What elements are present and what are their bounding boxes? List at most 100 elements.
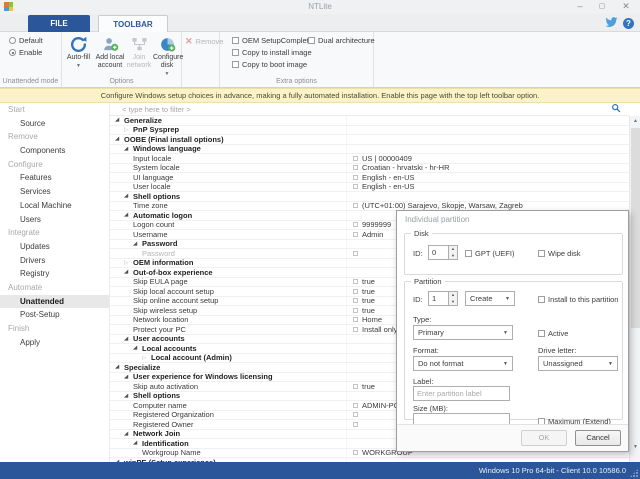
checkbox-icon[interactable] <box>353 232 358 237</box>
ok-button[interactable]: OK <box>521 430 567 446</box>
checkbox-icon[interactable] <box>353 298 358 303</box>
cancel-button[interactable]: Cancel <box>575 430 621 446</box>
radio-default[interactable]: Default <box>9 36 43 45</box>
checkbox-icon[interactable] <box>353 384 358 389</box>
sidebar-item-updates[interactable]: Updates <box>0 240 109 254</box>
checkbox-icon[interactable] <box>353 403 358 408</box>
tree-row-generalize[interactable]: ◢Generalize <box>110 116 629 126</box>
collapse-icon[interactable]: ◢ <box>124 430 133 438</box>
tree-item-value[interactable]: true <box>362 287 375 296</box>
tree-item-value[interactable]: Admin <box>362 230 383 239</box>
tree-item-value[interactable]: (UTC+01:00) Sarajevo, Skopje, Warsaw, Za… <box>362 202 523 211</box>
checkbox-icon[interactable] <box>353 156 358 161</box>
checkbox-icon[interactable] <box>353 308 358 313</box>
checkbox-icon[interactable] <box>353 251 358 256</box>
add-local-account-button[interactable]: Add local account <box>95 34 125 70</box>
checkbox-icon[interactable] <box>353 222 358 227</box>
tree-row-oobe-final-install-options[interactable]: ◢OOBE (Final install options) <box>110 135 629 145</box>
disk-id-stepper[interactable]: 0 ▲▼ <box>428 245 458 260</box>
wipe-disk-checkbox[interactable]: Wipe disk <box>538 249 581 258</box>
collapse-icon[interactable]: ◢ <box>124 145 133 153</box>
scroll-up-icon[interactable]: ▲ <box>630 116 640 127</box>
extra-option-copy-to-boot-image[interactable]: Copy to boot image <box>232 60 307 69</box>
stepper-arrows-icon[interactable]: ▲▼ <box>448 245 458 260</box>
sidebar-item-source[interactable]: Source <box>0 117 109 131</box>
partition-id-stepper[interactable]: 1 ▲▼ <box>428 291 458 306</box>
collapse-icon[interactable]: ◢ <box>133 344 142 352</box>
checkbox-icon[interactable] <box>353 175 358 180</box>
disk-id-value[interactable]: 0 <box>428 245 448 260</box>
help-icon[interactable]: ? <box>623 18 634 29</box>
install-to-partition-checkbox[interactable]: Install to this partition <box>538 295 618 304</box>
join-network-button[interactable]: Join network <box>125 34 153 70</box>
sidebar-item-registry[interactable]: Registry <box>0 267 109 281</box>
checkbox-icon[interactable] <box>465 250 472 257</box>
collapse-icon[interactable]: ◢ <box>115 116 124 124</box>
checkbox-icon[interactable] <box>353 450 358 455</box>
search-icon[interactable] <box>611 103 621 115</box>
tree-item-value[interactable]: ADMIN-PC <box>362 401 399 410</box>
tree-row-ui-language[interactable]: UI languageEnglish - en-US <box>110 173 629 183</box>
tree-item-value[interactable]: US | 00000409 <box>362 154 412 163</box>
sidebar-item-users[interactable]: Users <box>0 213 109 227</box>
tree-item-value[interactable]: English - en-US <box>362 183 415 192</box>
active-checkbox[interactable]: Active <box>538 329 568 338</box>
collapse-icon[interactable]: ◢ <box>124 392 133 400</box>
tree-row-input-locale[interactable]: Input localeUS | 00000409 <box>110 154 629 164</box>
expand-icon[interactable]: ▷ <box>124 259 133 267</box>
collapse-icon[interactable]: ◢ <box>124 211 133 219</box>
checkbox-icon[interactable] <box>353 412 358 417</box>
sidebar-item-unattended[interactable]: Unattended <box>0 295 109 309</box>
checkbox-icon[interactable] <box>353 203 358 208</box>
partition-id-value[interactable]: 1 <box>428 291 448 306</box>
extra-option-oem-setupcomplete[interactable]: OEM SetupComplete <box>232 36 313 45</box>
sidebar-item-drivers[interactable]: Drivers <box>0 254 109 268</box>
radio-enable[interactable]: Enable <box>9 48 42 57</box>
maximize-icon[interactable]: ▢ <box>594 1 610 12</box>
tree-item-value[interactable]: true <box>362 306 375 315</box>
collapse-icon[interactable]: ◢ <box>115 363 124 371</box>
configure-disk-button[interactable]: Configure disk ▼ <box>153 34 181 78</box>
checkbox-icon[interactable] <box>353 422 358 427</box>
checkbox-icon[interactable] <box>308 37 315 44</box>
checkbox-icon[interactable] <box>353 327 358 332</box>
tree-row-pnp-sysprep[interactable]: ▷PnP Sysprep <box>110 126 629 136</box>
radio-enable-icon[interactable] <box>9 49 16 56</box>
sidebar-item-components[interactable]: Components <box>0 144 109 158</box>
twitter-icon[interactable] <box>605 17 618 30</box>
tree-row-user-locale[interactable]: User localeEnglish - en-US <box>110 183 629 193</box>
vertical-scrollbar[interactable]: ▲ ▼ <box>629 116 640 462</box>
tree-item-value[interactable]: Croatian - hrvatski - hr-HR <box>362 164 450 173</box>
tree-item-value[interactable]: 9999999 <box>362 221 391 230</box>
tree-row-system-locale[interactable]: System localeCroatian - hrvatski - hr-HR <box>110 164 629 174</box>
checkbox-icon[interactable] <box>538 330 545 337</box>
checkbox-icon[interactable] <box>353 184 358 189</box>
sidebar-item-post-setup[interactable]: Post-Setup <box>0 308 109 322</box>
collapse-icon[interactable]: ◢ <box>133 240 142 248</box>
gpt-uefi-checkbox[interactable]: GPT (UEFI) <box>465 249 514 258</box>
tree-item-value[interactable]: Home <box>362 316 382 325</box>
resize-grip[interactable] <box>630 469 638 477</box>
sidebar-item-services[interactable]: Services <box>0 185 109 199</box>
filter-input[interactable] <box>110 105 611 114</box>
tab-file[interactable]: FILE <box>28 15 90 32</box>
sidebar-item-features[interactable]: Features <box>0 171 109 185</box>
minimize-icon[interactable]: – <box>572 1 588 12</box>
tree-row-shell-options[interactable]: ◢Shell options <box>110 192 629 202</box>
partition-label-input[interactable] <box>413 386 510 401</box>
auto-fill-button[interactable]: Auto-fill ▼ <box>63 34 94 70</box>
checkbox-icon[interactable] <box>353 279 358 284</box>
checkbox-icon[interactable] <box>353 165 358 170</box>
sidebar-item-apply[interactable]: Apply <box>0 336 109 350</box>
checkbox-icon[interactable] <box>232 61 239 68</box>
checkbox-icon[interactable] <box>538 250 545 257</box>
collapse-icon[interactable]: ◢ <box>124 192 133 200</box>
close-icon[interactable]: ✕ <box>618 1 634 12</box>
drive-letter-select[interactable]: Unassigned ▼ <box>538 356 618 371</box>
tab-toolbar[interactable]: TOOLBAR <box>98 15 168 32</box>
checkbox-icon[interactable] <box>538 296 545 303</box>
expand-icon[interactable]: ▷ <box>142 354 151 362</box>
collapse-icon[interactable]: ◢ <box>124 373 133 381</box>
checkbox-icon[interactable] <box>232 49 239 56</box>
checkbox-icon[interactable] <box>232 37 239 44</box>
